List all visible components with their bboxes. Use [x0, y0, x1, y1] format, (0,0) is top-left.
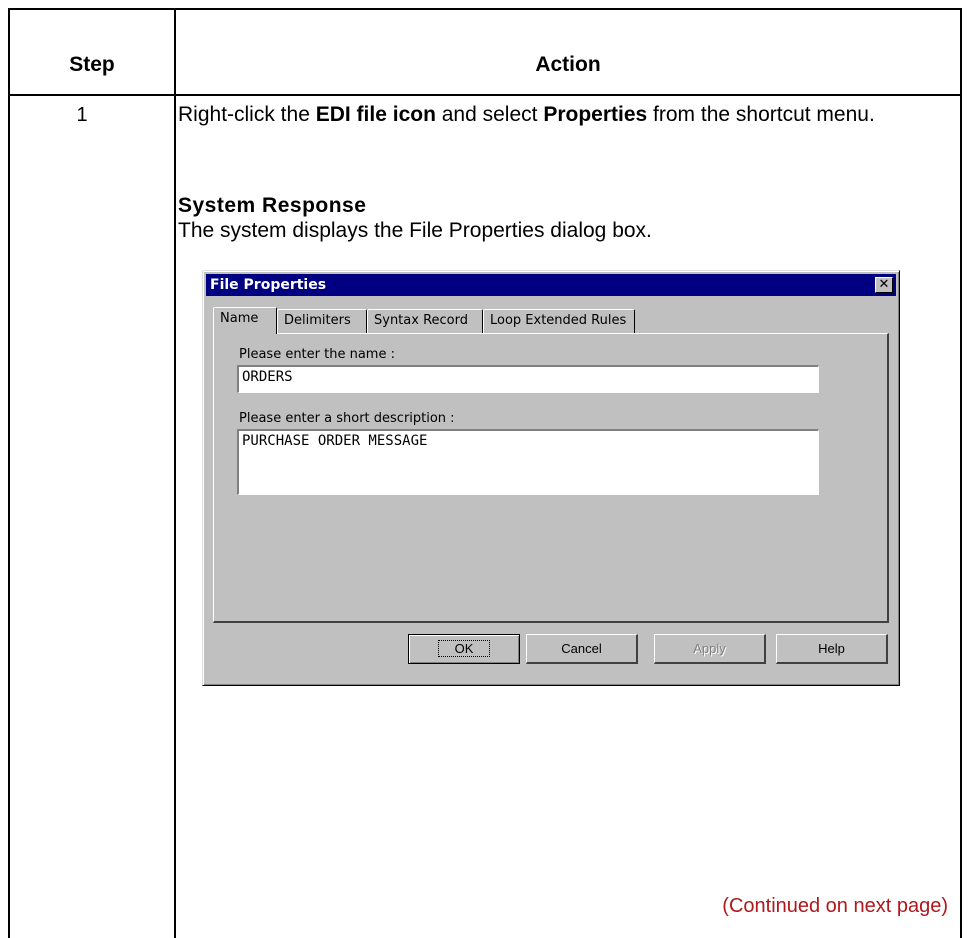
description-label: Please enter a short description : [239, 411, 455, 426]
close-icon[interactable]: ✕ [875, 277, 893, 293]
table-header-row: Step Action [10, 10, 960, 96]
system-response-text: The system displays the File Properties … [178, 219, 652, 242]
step-instruction: Right-click the EDI file icon and select… [178, 102, 918, 128]
name-label: Please enter the name : [239, 347, 395, 362]
instruction-text-2: and select [435, 103, 544, 126]
instruction-bold-edi-file-icon: EDI file icon [315, 103, 436, 126]
help-button[interactable]: Help [776, 634, 888, 664]
system-response-heading: System Response [178, 194, 367, 217]
dialog-title: File Properties [210, 277, 327, 293]
apply-button[interactable]: Apply [654, 634, 766, 664]
step-column-header: Step [69, 53, 115, 76]
tab-name[interactable]: Name [213, 307, 277, 334]
description-input[interactable]: PURCHASE ORDER MESSAGE [237, 429, 819, 495]
instruction-text-3: from the shortcut menu. [647, 103, 875, 126]
ok-button-label: OK [437, 640, 491, 657]
action-column-header: Action [535, 53, 601, 76]
tab-syntax-record[interactable]: Syntax Record [367, 309, 483, 333]
instruction-text-1: Right-click the [178, 103, 316, 126]
ok-button[interactable]: OK [408, 634, 520, 664]
step-number: 1 [76, 104, 88, 126]
name-input[interactable]: ORDERS [237, 365, 819, 393]
file-properties-dialog: File Properties ✕ Name Delimiters Syntax… [202, 270, 900, 686]
dialog-titlebar[interactable]: File Properties ✕ [206, 274, 896, 296]
cancel-button[interactable]: Cancel [526, 634, 638, 664]
continued-note: (Continued on next page) [722, 895, 948, 917]
instruction-bold-properties: Properties [543, 103, 648, 126]
tab-loop-extended-rules[interactable]: Loop Extended Rules [483, 309, 635, 333]
column-divider [174, 10, 176, 938]
tab-delimiters[interactable]: Delimiters [277, 309, 367, 333]
